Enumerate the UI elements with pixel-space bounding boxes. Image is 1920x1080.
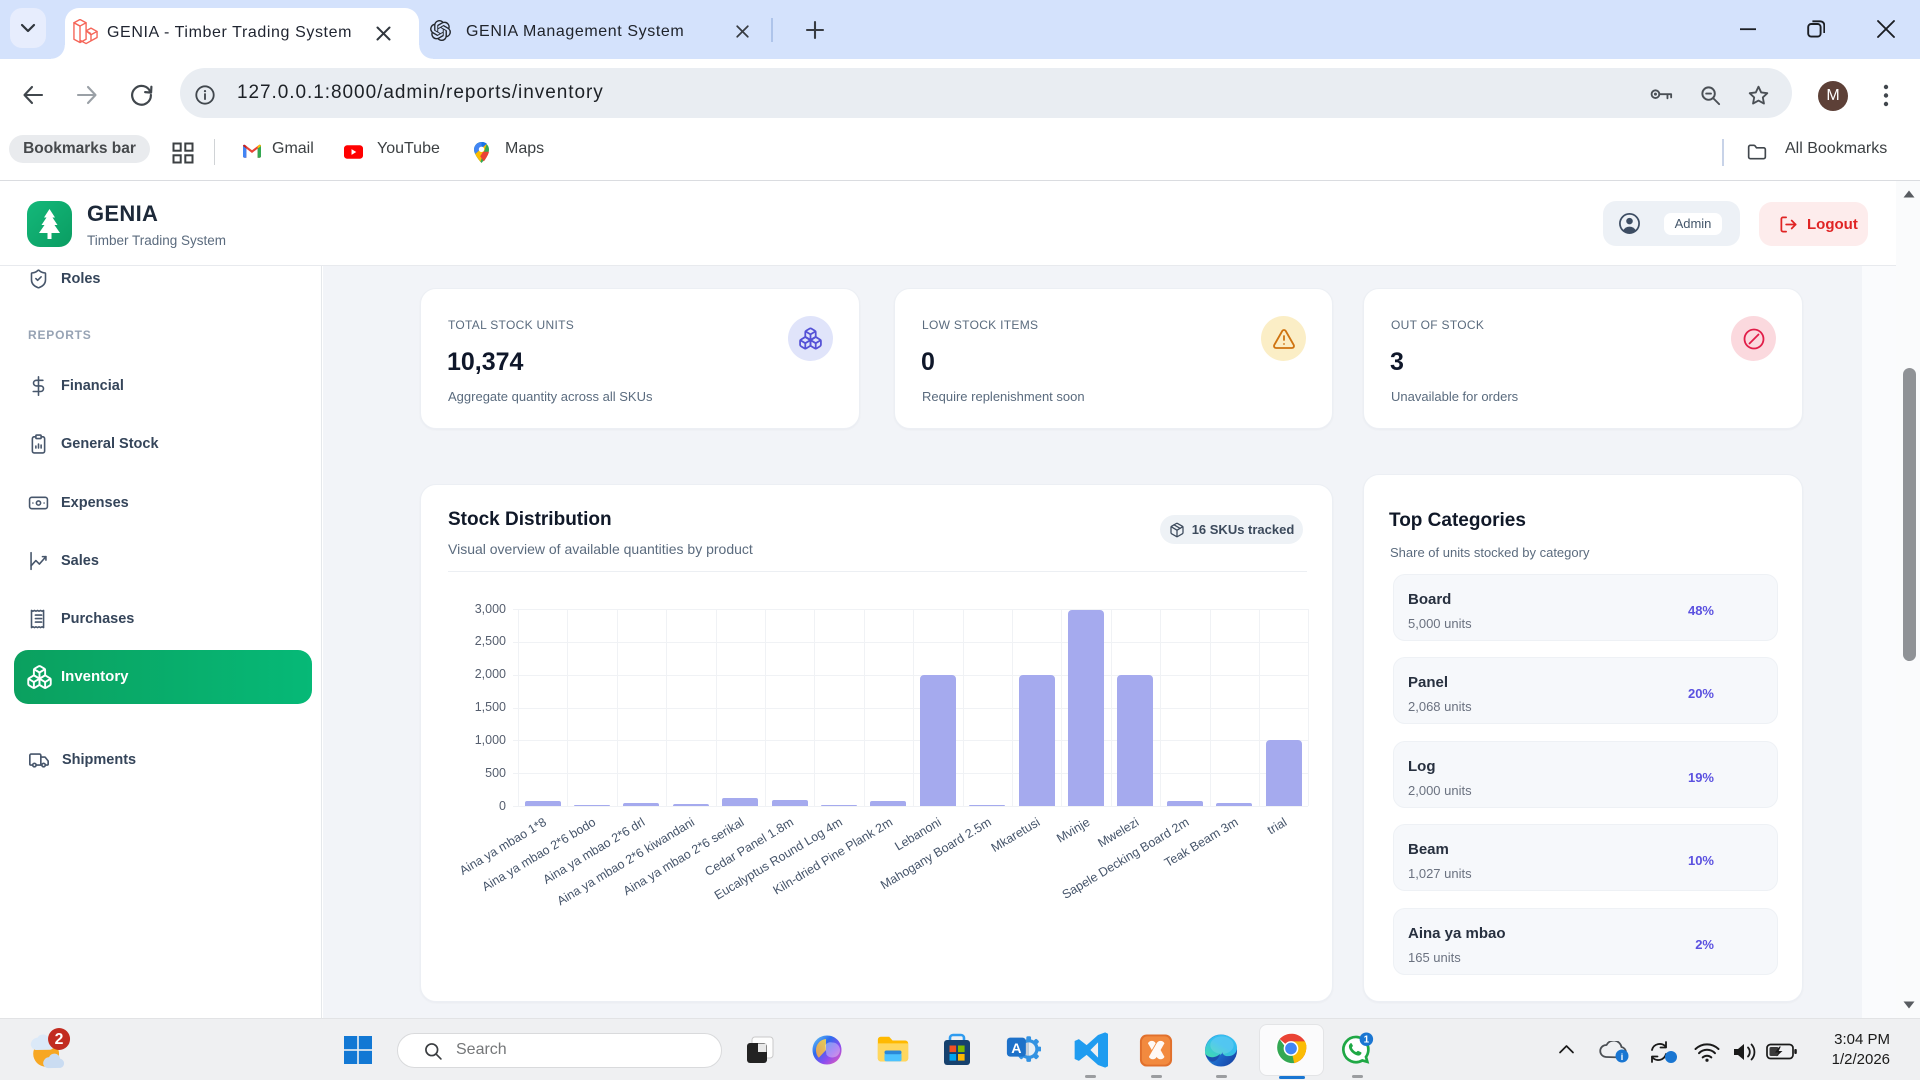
- svg-text:i: i: [1621, 1052, 1624, 1062]
- svg-text:1: 1: [1364, 1034, 1370, 1045]
- svg-text:A: A: [1011, 1041, 1021, 1057]
- svg-text:2: 2: [55, 1031, 64, 1048]
